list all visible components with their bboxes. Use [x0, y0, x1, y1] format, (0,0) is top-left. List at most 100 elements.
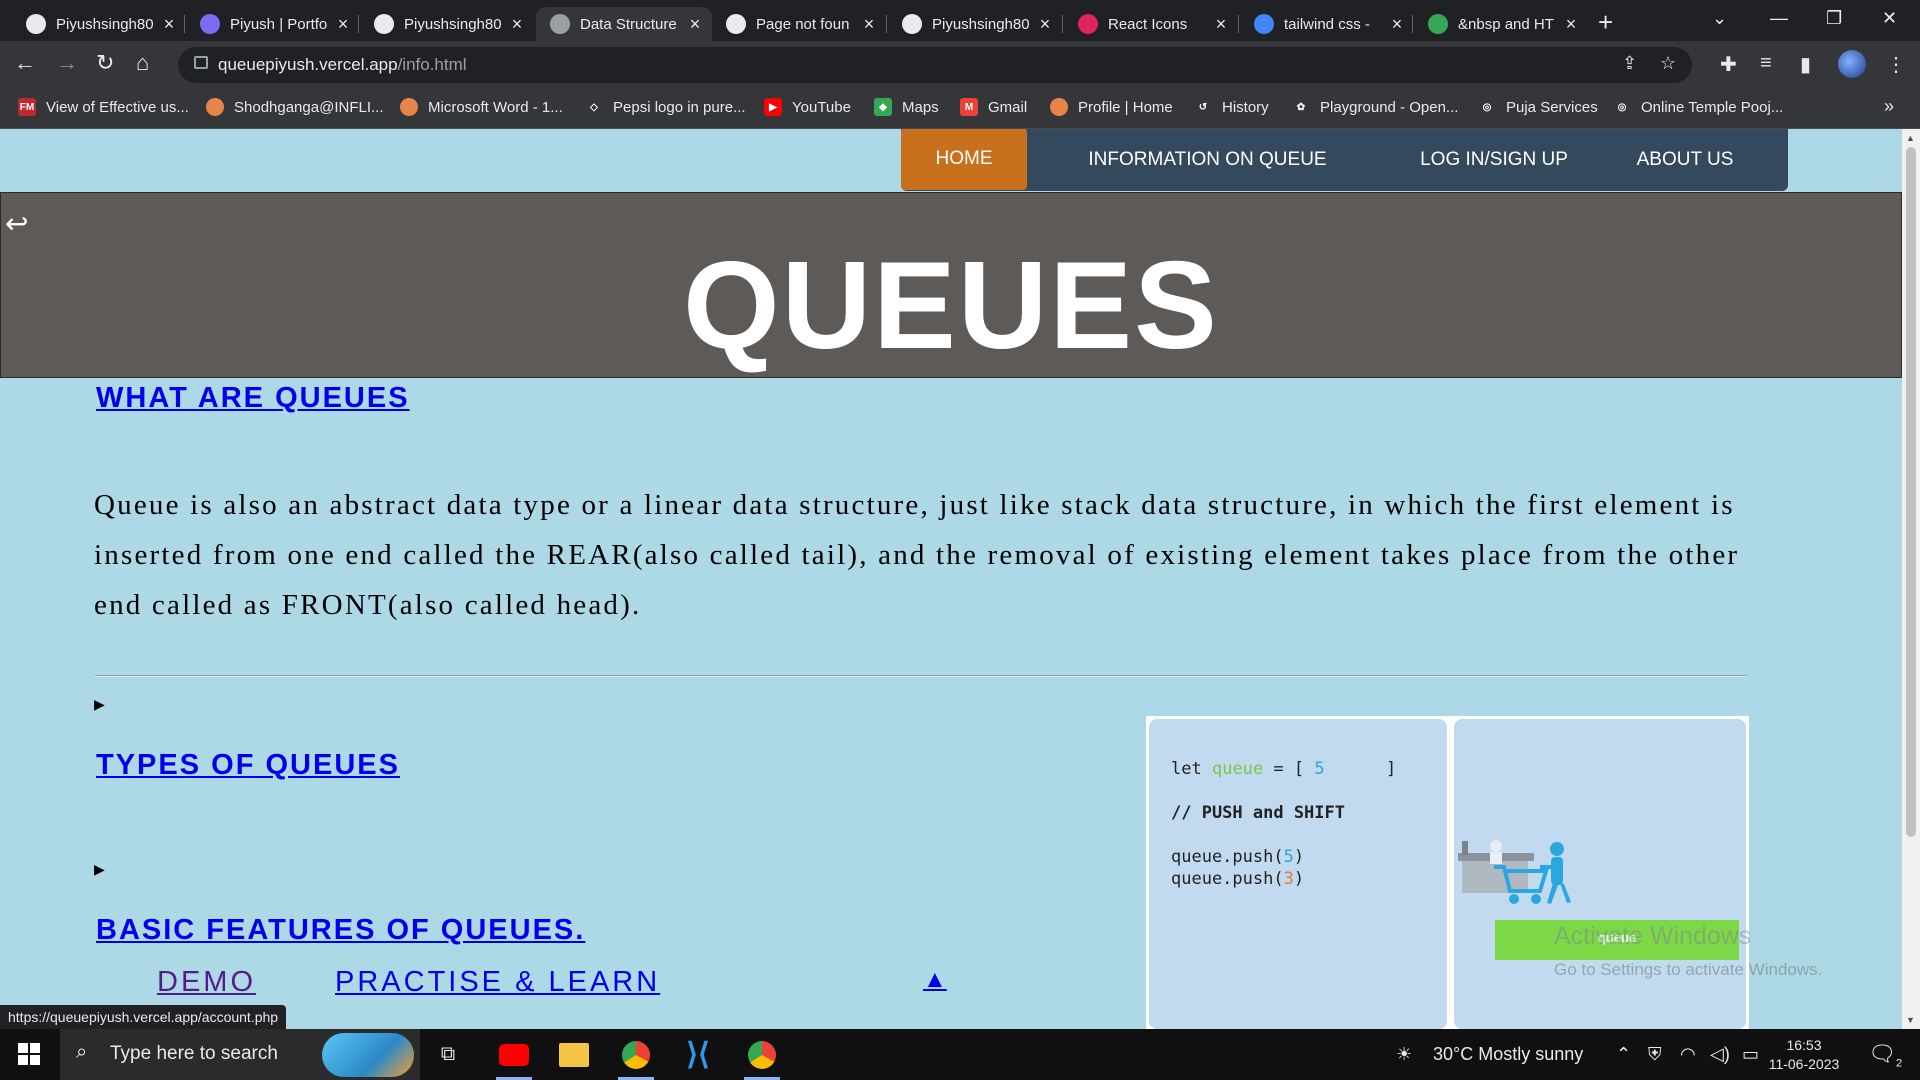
nav-login-signup[interactable]: LOG IN/SIGN UP [1388, 129, 1600, 191]
chrome-profile-icon[interactable] [734, 1029, 790, 1080]
features-disclosure-triangle[interactable]: ▶ [94, 861, 105, 878]
weather-icon[interactable]: ☀ [1396, 1044, 1412, 1065]
queue-animation-illustration [1458, 840, 1571, 904]
close-tab-icon[interactable]: × [508, 14, 526, 35]
home-icon[interactable]: ⌂ [136, 50, 149, 76]
codepen-icon: ◇ [585, 98, 603, 116]
reload-icon[interactable]: ↻ [96, 50, 114, 76]
close-tab-icon[interactable]: × [1388, 14, 1406, 35]
close-tab-icon[interactable]: × [860, 14, 878, 35]
tab-search-icon[interactable]: ⌄ [1712, 8, 1727, 29]
bookmark-item[interactable]: ✿ Playground - Open... [1292, 98, 1458, 116]
types-of-queues-link[interactable]: TYPES OF QUEUES [96, 749, 400, 782]
side-panel-icon[interactable]: ▮ [1800, 52, 1811, 77]
bookmark-item[interactable]: ◇ Pepsi logo in pure... [585, 98, 746, 116]
media-control-icon[interactable]: ≡ [1760, 52, 1772, 75]
bookmark-label: History [1222, 98, 1269, 116]
url-text[interactable]: queuepiyush.vercel.app/info.html [218, 55, 467, 75]
bookmark-label: Maps [902, 98, 939, 116]
page-scrollbar[interactable]: ▲ ▼ [1902, 129, 1920, 1029]
scrollbar-thumb[interactable] [1906, 147, 1916, 837]
close-tab-icon[interactable]: × [160, 14, 178, 35]
weather-text[interactable]: 30°C Mostly sunny [1433, 1044, 1583, 1065]
back-arrow-icon[interactable]: ↩ [5, 207, 28, 240]
extensions-icon[interactable]: ✚ [1720, 52, 1737, 77]
bookmark-item[interactable]: ◎ Online Temple Pooj... [1613, 98, 1783, 116]
youtube-app-icon[interactable] [486, 1029, 542, 1080]
share-icon[interactable]: ⇪ [1622, 53, 1637, 74]
browser-tab[interactable]: tailwind css - × [1240, 7, 1414, 41]
browser-tab[interactable]: React Icons × [1064, 7, 1238, 41]
forward-icon[interactable]: → [56, 50, 78, 76]
battery-icon[interactable]: ▭ [1742, 1044, 1759, 1065]
search-highlight-image[interactable] [322, 1033, 414, 1077]
task-view-icon[interactable]: ⧉ [420, 1029, 476, 1080]
taskbar-clock[interactable]: 16:53 11-06-2023 [1768, 1036, 1840, 1074]
address-bar[interactable]: queuepiyush.vercel.app/info.html ⇪ ☆ [178, 47, 1692, 83]
scroll-up-icon[interactable]: ▲ [1906, 133, 1915, 143]
more-bookmarks-icon[interactable]: » [1884, 96, 1894, 117]
bookmark-item[interactable]: Shodhganga@INFLI... [206, 98, 384, 116]
bookmark-item[interactable]: FM View of Effective us... [18, 98, 189, 116]
basic-features-link[interactable]: BASIC FEATURES OF QUEUES. [96, 914, 585, 947]
windows-activation-hint: Go to Settings to activate Windows. [1554, 960, 1823, 979]
scroll-to-top-icon[interactable]: ▲ [923, 966, 947, 994]
bookmark-item[interactable]: ↺ History [1194, 98, 1269, 116]
bookmark-item[interactable]: ▶ YouTube [764, 98, 851, 116]
react-icon [1078, 14, 1098, 34]
bookmark-star-icon[interactable]: ☆ [1660, 53, 1676, 74]
browser-tab[interactable]: Piyushsingh80 × [12, 7, 186, 41]
close-tab-icon[interactable]: × [1562, 14, 1580, 35]
scroll-down-icon[interactable]: ▼ [1906, 1015, 1915, 1025]
github-icon [374, 14, 394, 34]
what-are-queues-link[interactable]: WHAT ARE QUEUES [96, 382, 410, 415]
portfolio-icon [200, 14, 220, 34]
tray-chevron-icon[interactable]: ⌃ [1616, 1044, 1631, 1065]
bookmark-item[interactable]: M Gmail [960, 98, 1027, 116]
bookmark-item[interactable]: Profile | Home [1050, 98, 1173, 116]
browser-tab[interactable]: Piyushsingh80 × [888, 7, 1062, 41]
bookmark-item[interactable]: ◆ Maps [874, 98, 939, 116]
menu-icon[interactable]: ⋮ [1886, 52, 1906, 77]
windows-taskbar: ⌕ Type here to search ⧉ ⟩⟨ ☀ 30°C Mostly… [0, 1029, 1920, 1080]
lock-icon [194, 56, 208, 69]
nav-home[interactable]: HOME [901, 129, 1027, 190]
github-icon [726, 14, 746, 34]
close-tab-icon[interactable]: × [1212, 14, 1230, 35]
notifications-icon[interactable]: 🗨2 [1868, 1041, 1902, 1069]
minimize-icon[interactable]: — [1770, 8, 1788, 29]
profile-avatar[interactable] [1838, 50, 1866, 78]
windows-start-icon[interactable] [18, 1043, 40, 1065]
wifi-icon[interactable]: ◠ [1680, 1044, 1696, 1065]
search-icon: ⌕ [76, 1041, 88, 1063]
restore-icon[interactable]: ❐ [1826, 8, 1842, 29]
nav-information-on-queue[interactable]: INFORMATION ON QUEUE [1027, 129, 1388, 191]
tab-title: tailwind css - [1284, 15, 1370, 33]
close-tab-icon[interactable]: × [686, 14, 704, 35]
tab-separator [1238, 15, 1239, 33]
browser-tab[interactable]: Piyushsingh80 × [360, 7, 534, 41]
file-explorer-icon[interactable] [546, 1029, 602, 1080]
close-tab-icon[interactable]: × [334, 14, 352, 35]
security-icon[interactable]: ⛨ [1648, 1044, 1662, 1065]
volume-icon[interactable]: ◁) [1710, 1044, 1730, 1065]
browser-tab[interactable]: Piyush | Portfo × [186, 7, 360, 41]
chrome-app-icon[interactable] [608, 1029, 664, 1080]
code-card: let queue = [ 5 ] // PUSH and SHIFT queu… [1149, 719, 1447, 1029]
demo-link[interactable]: DEMO [157, 966, 256, 999]
close-tab-icon[interactable]: × [1036, 14, 1054, 35]
nav-about-us[interactable]: ABOUT US [1600, 129, 1770, 191]
vscode-icon[interactable]: ⟩⟨ [670, 1029, 726, 1080]
bookmark-item[interactable]: ◎ Puja Services [1478, 98, 1598, 116]
close-window-icon[interactable]: ✕ [1882, 8, 1897, 29]
practise-learn-link[interactable]: PRACTISE & LEARN [335, 966, 660, 999]
back-icon[interactable]: ← [14, 50, 36, 76]
browser-tab[interactable]: &nbsp and HT × [1414, 7, 1588, 41]
taskbar-search[interactable]: ⌕ Type here to search [60, 1029, 420, 1080]
tab-title: Piyush | Portfo [230, 15, 328, 33]
browser-tab[interactable]: Page not foun × [712, 7, 886, 41]
types-disclosure-triangle[interactable]: ▶ [94, 696, 105, 713]
new-tab-button[interactable]: + [1598, 9, 1613, 35]
bookmark-item[interactable]: Microsoft Word - 1... [400, 98, 563, 116]
browser-tab[interactable]: Data Structure × [536, 7, 712, 41]
